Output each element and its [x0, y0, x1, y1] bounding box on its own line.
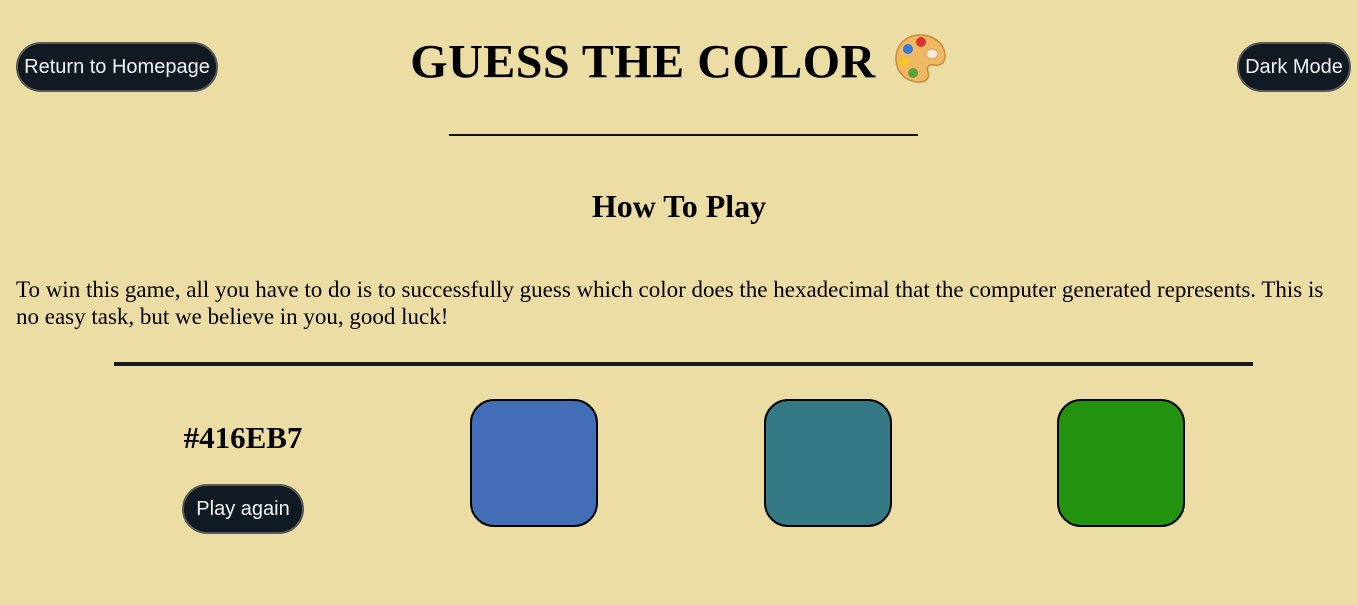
color-option-1[interactable] [470, 399, 598, 527]
color-option-3[interactable] [1057, 399, 1185, 527]
section-divider [114, 362, 1253, 366]
color-option-2[interactable] [764, 399, 892, 527]
title-divider [449, 134, 918, 136]
page-header: GUESS THE COLOR [0, 34, 1358, 90]
hex-code-label: #416EB7 [183, 420, 303, 455]
dark-mode-button[interactable]: Dark Mode [1237, 42, 1351, 92]
play-again-button[interactable]: Play again [182, 484, 304, 534]
instructions-text: To win this game, all you have to do is … [16, 277, 1324, 329]
artist-palette-icon [892, 30, 948, 86]
page-title: GUESS THE COLOR [410, 35, 876, 89]
how-to-play-heading: How To Play [591, 188, 767, 224]
